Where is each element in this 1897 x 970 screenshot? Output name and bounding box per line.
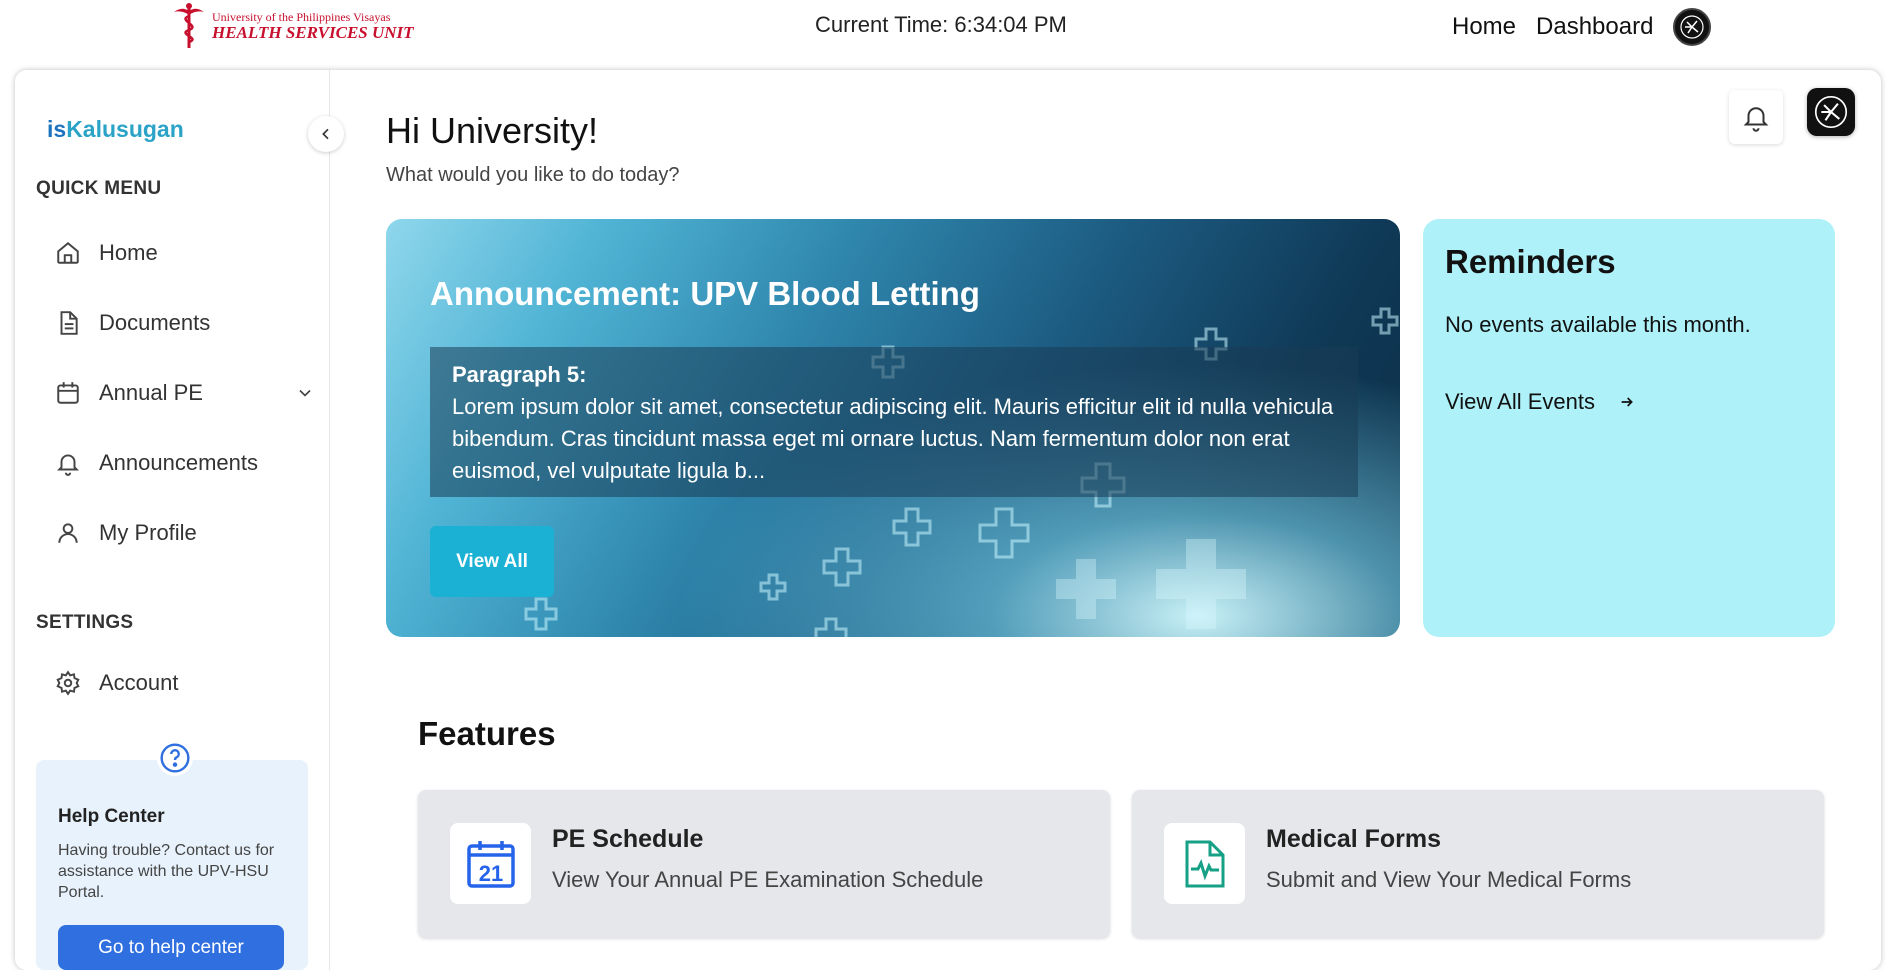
sidebar-item-documents[interactable]: Documents xyxy=(55,310,315,336)
sidebar-item-annual-pe[interactable]: Annual PE xyxy=(55,380,315,406)
current-time: Current Time: 6:34:04 PM xyxy=(815,12,1067,37)
page-greeting: Hi University! xyxy=(386,110,599,151)
announcement-paragraph-heading: Paragraph 5: xyxy=(452,362,587,387)
go-to-help-center-button[interactable]: Go to help center xyxy=(58,925,284,970)
collapse-sidebar-button[interactable] xyxy=(308,116,344,152)
bell-icon xyxy=(56,454,80,476)
view-all-announcements-button[interactable]: View All xyxy=(430,526,554,597)
sidebar-item-home[interactable]: Home xyxy=(55,240,315,266)
feature-card-medical-forms[interactable]: Medical Forms Submit and View Your Medic… xyxy=(1132,790,1824,938)
announcement-title: Announcement: UPV Blood Letting xyxy=(430,275,980,312)
features-title: Features xyxy=(418,715,556,752)
reminders-panel: Reminders No events available this month… xyxy=(1423,219,1835,637)
top-nav-dashboard[interactable]: Dashboard xyxy=(1536,13,1653,41)
help-center-card: Help Center Having trouble? Contact us f… xyxy=(36,740,308,970)
feature-card-pe-schedule[interactable]: 21 PE Schedule View Your Annual PE Exami… xyxy=(418,790,1110,938)
calendar-21-icon: 21 xyxy=(450,823,531,904)
announcement-excerpt: Paragraph 5: Lorem ipsum dolor sit amet,… xyxy=(430,347,1358,497)
home-icon xyxy=(57,241,79,264)
medical-file-icon xyxy=(1164,823,1245,904)
top-nav-home[interactable]: Home xyxy=(1452,13,1516,41)
help-center-title: Help Center xyxy=(58,806,165,827)
avatar[interactable] xyxy=(1807,88,1855,136)
sidebar-item-label: Home xyxy=(99,240,158,265)
sidebar-item-label: Documents xyxy=(99,310,211,335)
caduceus-icon xyxy=(174,3,204,48)
view-all-events-label: View All Events xyxy=(1445,389,1596,414)
top-bar: University of the Philippines Visayas HE… xyxy=(0,0,1897,60)
calendar-day-number: 21 xyxy=(478,861,502,886)
reminders-empty-message: No events available this month. xyxy=(1445,312,1751,337)
chevron-left-icon xyxy=(322,128,329,140)
sidebar-item-my-profile[interactable]: My Profile xyxy=(55,520,315,546)
sidebar-item-label: Annual PE xyxy=(99,380,203,405)
reminders-title: Reminders xyxy=(1445,243,1616,280)
brand-prefix: is xyxy=(47,116,67,142)
document-icon xyxy=(60,311,78,335)
sidebar-item-label: Announcements xyxy=(99,450,258,475)
user-emblem-icon xyxy=(1814,95,1848,129)
top-avatar[interactable] xyxy=(1673,8,1712,46)
announcement-paragraph-body: Lorem ipsum dolor sit amet, consectetur … xyxy=(452,394,1334,483)
help-center-text: Having trouble? Contact us for assistanc… xyxy=(58,842,275,901)
hsu-logo[interactable]: University of the Philippines Visayas HE… xyxy=(172,2,414,50)
chevron-down-icon[interactable] xyxy=(295,383,315,403)
sidebar-item-announcements[interactable]: Announcements xyxy=(55,450,315,476)
logo-university-name: University of the Philippines Visayas xyxy=(212,10,391,24)
help-icon xyxy=(157,740,193,776)
sidebar-item-label: My Profile xyxy=(99,520,197,545)
feature-description: View Your Annual PE Examination Schedule xyxy=(552,867,984,892)
settings-title: SETTINGS xyxy=(36,612,134,633)
brand-name: Kalusugan xyxy=(66,116,184,142)
brand-logo[interactable]: isKalusugan xyxy=(47,116,184,143)
user-emblem-icon xyxy=(1680,15,1705,39)
feature-title: Medical Forms xyxy=(1266,825,1442,853)
notifications-button[interactable] xyxy=(1729,90,1783,144)
logo-unit-name: HEALTH SERVICES UNIT xyxy=(212,23,414,42)
feature-description: Submit and View Your Medical Forms xyxy=(1266,867,1632,892)
app-container: isKalusugan QUICK MENU Home Documents An… xyxy=(15,70,1881,970)
sidebar: isKalusugan QUICK MENU Home Documents An… xyxy=(15,70,330,970)
sidebar-item-account[interactable]: Account xyxy=(55,670,315,696)
quick-menu-title: QUICK MENU xyxy=(36,178,162,199)
bell-icon xyxy=(1743,107,1769,132)
announcement-banner: Announcement: UPV Blood Letting Paragrap… xyxy=(386,219,1400,637)
gear-icon xyxy=(56,670,80,696)
top-nav: Home Dashboard xyxy=(1452,8,1712,46)
arrow-right-icon xyxy=(1621,397,1633,407)
user-icon xyxy=(58,523,78,543)
sidebar-item-label: Account xyxy=(99,670,179,695)
calendar-icon xyxy=(57,382,79,404)
page-subgreeting: What would you like to do today? xyxy=(386,164,680,186)
view-all-events-link[interactable]: View All Events xyxy=(1445,389,1635,415)
feature-title: PE Schedule xyxy=(552,825,704,853)
